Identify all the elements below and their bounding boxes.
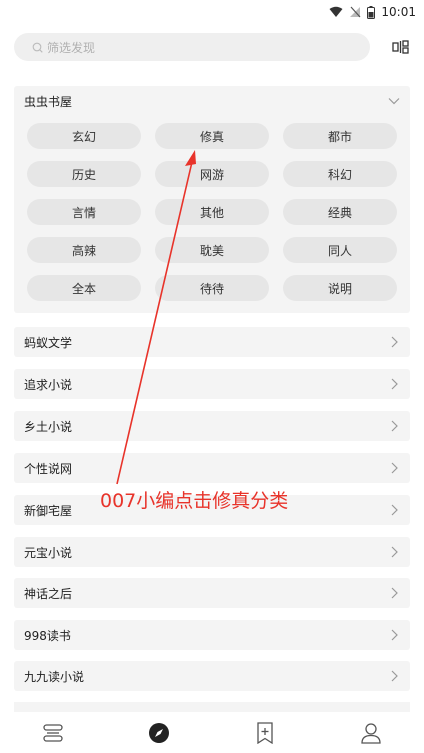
source-item-label: 神话之后: [24, 586, 73, 601]
search-input[interactable]: 筛选发现: [14, 33, 370, 61]
chevron-right-icon: [391, 546, 398, 558]
tag-button[interactable]: 都市: [283, 123, 397, 149]
tag-button[interactable]: 言情: [27, 199, 141, 225]
tag-button[interactable]: 其他: [155, 199, 269, 225]
tag-button[interactable]: 同人: [283, 237, 397, 263]
tag-button[interactable]: 玄幻: [27, 123, 141, 149]
profile-icon[interactable]: [351, 718, 391, 748]
tag-button[interactable]: 高辣: [27, 237, 141, 263]
search-placeholder: 筛选发现: [47, 40, 96, 55]
chevron-right-icon: [391, 462, 398, 474]
tag-button[interactable]: 修真: [155, 123, 269, 149]
source-item[interactable]: 个性说网: [14, 453, 410, 483]
chevron-right-icon: [391, 587, 398, 599]
source-item-label: 998读书: [24, 628, 71, 643]
tag-button[interactable]: 网游: [155, 161, 269, 187]
chevron-down-icon[interactable]: [388, 97, 400, 105]
source-item-label: 追求小说: [24, 377, 73, 392]
tag-button[interactable]: 说明: [283, 275, 397, 301]
bookshelf-icon[interactable]: [33, 718, 73, 748]
source-item[interactable]: 蚂蚁文学: [14, 327, 410, 357]
source-item-label: 乡土小说: [24, 419, 73, 434]
partial-list-item: [14, 702, 410, 712]
source-item[interactable]: 神话之后: [14, 578, 410, 608]
tag-button[interactable]: 历史: [27, 161, 141, 187]
tag-grid: 玄幻 修真 都市 历史 网游 科幻 言情 其他 经典 高辣 耽美 同人 全本 待…: [14, 116, 410, 313]
chevron-right-icon: [391, 504, 398, 516]
annotation-text: 007小编点击修真分类: [100, 490, 289, 512]
chevron-right-icon: [391, 420, 398, 432]
chevron-right-icon: [391, 336, 398, 348]
bottom-nav: [0, 712, 424, 753]
source-header[interactable]: 虫虫书屋: [14, 86, 410, 116]
status-time: 10:01: [381, 5, 416, 19]
search-icon: [32, 42, 43, 53]
source-item-label: 新御宅屋: [24, 503, 73, 518]
tag-button[interactable]: 全本: [27, 275, 141, 301]
tag-button[interactable]: 耽美: [155, 237, 269, 263]
chevron-right-icon: [391, 670, 398, 682]
source-item-label: 元宝小说: [24, 545, 73, 560]
source-item-label: 九九读小说: [24, 669, 85, 684]
chevron-right-icon: [391, 378, 398, 390]
source-item-label: 个性说网: [24, 461, 73, 476]
wifi-icon: [329, 6, 343, 17]
battery-icon: [367, 5, 376, 19]
tag-button[interactable]: 经典: [283, 199, 397, 225]
no-signal-icon: [350, 6, 361, 18]
tag-button[interactable]: 待待: [155, 275, 269, 301]
tag-button[interactable]: 科幻: [283, 161, 397, 187]
source-item[interactable]: 追求小说: [14, 369, 410, 399]
discover-icon[interactable]: [139, 718, 179, 748]
source-item-label: 蚂蚁文学: [24, 335, 73, 350]
expanded-source-card: 虫虫书屋 玄幻 修真 都市 历史 网游 科幻 言情 其他 经典 高辣 耽美 同人…: [14, 86, 410, 313]
source-item[interactable]: 乡土小说: [14, 411, 410, 441]
bookmark-icon[interactable]: [245, 718, 285, 748]
source-item[interactable]: 998读书: [14, 620, 410, 650]
source-item[interactable]: 元宝小说: [14, 537, 410, 567]
chevron-right-icon: [391, 629, 398, 641]
group-icon[interactable]: [392, 38, 410, 56]
status-bar: 10:01: [0, 0, 424, 24]
source-name: 虫虫书屋: [24, 94, 73, 109]
search-row: 筛选发现: [14, 33, 410, 61]
source-item[interactable]: 九九读小说: [14, 661, 410, 691]
